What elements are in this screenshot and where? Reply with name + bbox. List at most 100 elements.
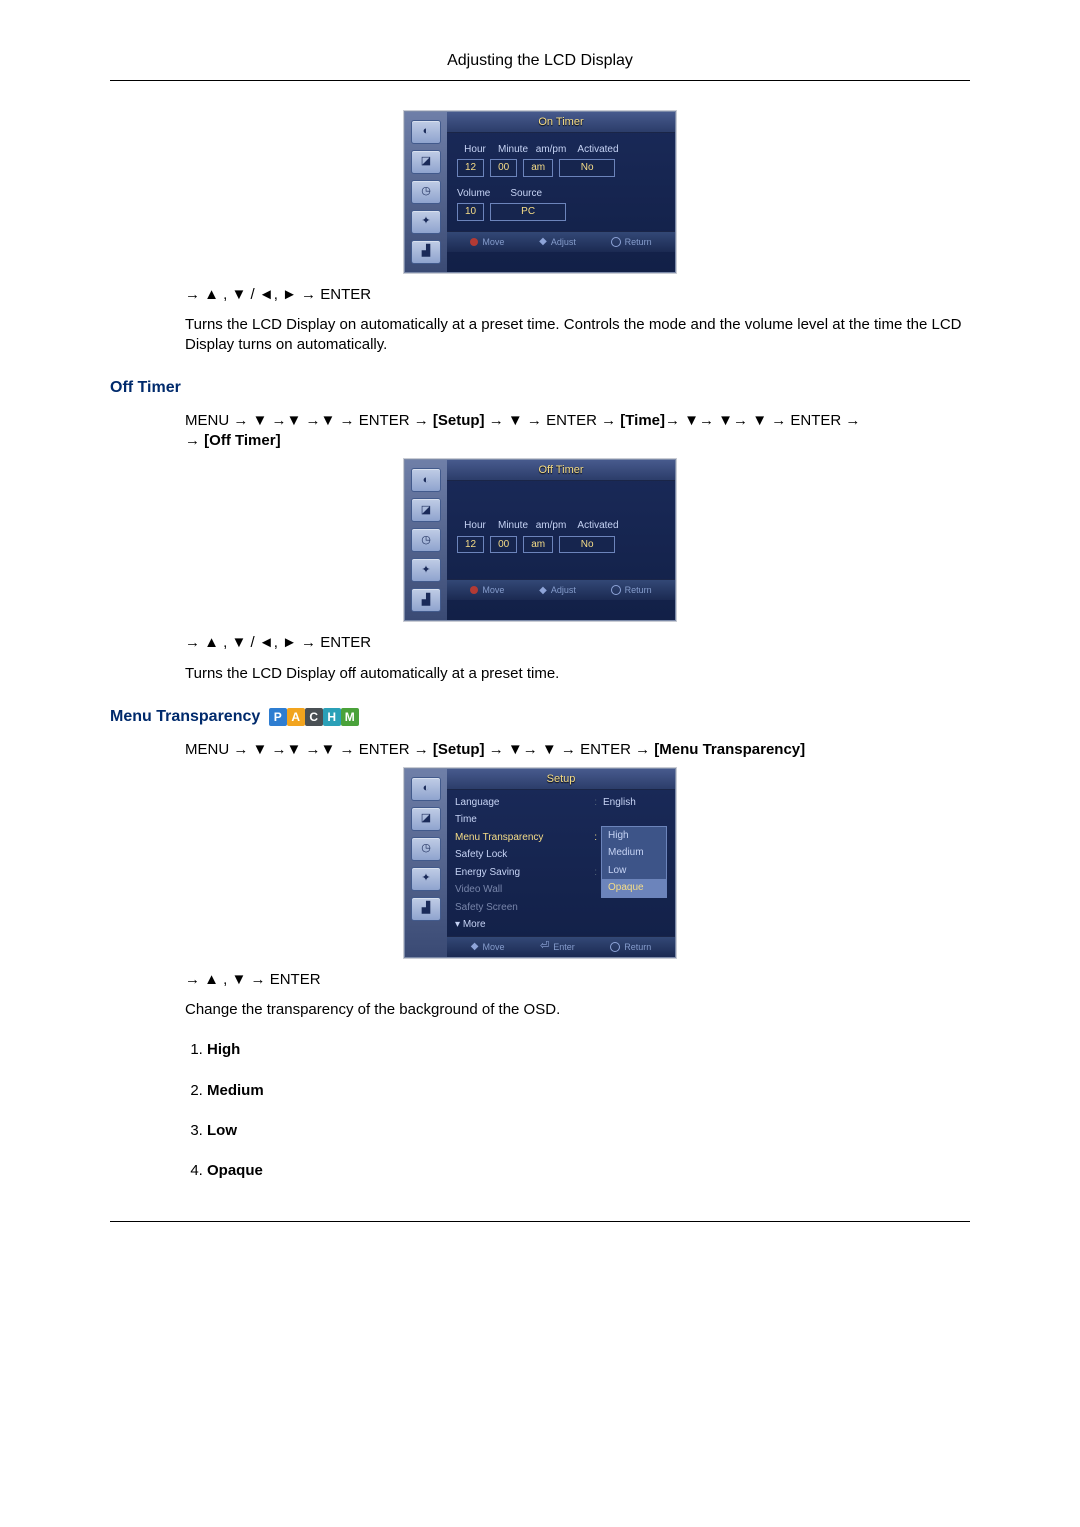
osd-tab-icon[interactable]: ◪ [411, 807, 441, 831]
value-ampm[interactable]: am [523, 159, 553, 177]
mt-token: [Menu Transparency] [654, 741, 805, 758]
adjust-diamond-icon: ◆ [539, 235, 547, 249]
setup-mt-label[interactable]: Menu Transparency [455, 831, 588, 845]
osd-tab-icon[interactable]: ✦ [411, 558, 441, 582]
footer-return: Return [625, 584, 652, 596]
value-minute[interactable]: 00 [490, 536, 517, 554]
setup-language-value: English [603, 796, 667, 810]
path-text: → ▼→ ▼ → ENTER → [485, 741, 655, 758]
list-item: Opaque [207, 1161, 970, 1181]
badge-m: M [341, 708, 359, 726]
dropdown-option[interactable]: Medium [602, 844, 666, 862]
badge-h: H [323, 708, 341, 726]
osd-tab-strip: ◐ ◪ ◷ ✦ ▟ [405, 460, 447, 620]
offtimer-token: [Off Timer] [204, 432, 280, 449]
footer-enter: Enter [553, 941, 575, 953]
transparency-options-list: High Medium Low Opaque [185, 1040, 970, 1181]
osd-tab-icon[interactable]: ◪ [411, 498, 441, 522]
osd-tab-icon[interactable]: ◐ [411, 120, 441, 144]
osd-title: Setup [447, 769, 675, 790]
label-activated: Activated [573, 143, 623, 157]
setup-energy-label[interactable]: Energy Saving [455, 866, 588, 880]
setup-language-label[interactable]: Language [455, 796, 588, 810]
value-ampm[interactable]: am [523, 536, 553, 554]
setup-token: [Setup] [433, 412, 485, 429]
page-title: Adjusting the LCD Display [110, 50, 970, 72]
footer-adjust: Adjust [551, 584, 576, 596]
value-hour[interactable]: 12 [457, 536, 484, 554]
setup-more-label[interactable]: ▾ More [455, 918, 667, 932]
osd-tab-icon[interactable]: ▟ [411, 897, 441, 921]
osd-tab-icon[interactable]: ◪ [411, 150, 441, 174]
enter-icon: ⏎ [540, 939, 549, 954]
osd-tab-icon[interactable]: ◐ [411, 468, 441, 492]
label-hour: Hour [459, 519, 491, 533]
osd-title: On Timer [447, 112, 675, 133]
dropdown-option[interactable]: High [602, 827, 666, 845]
adjust-diamond-icon: ◆ [539, 584, 547, 598]
move-diamond-icon: ◆ [471, 940, 479, 954]
setup-token: [Setup] [433, 741, 485, 758]
path-text: MENU → ▼ →▼ →▼ → ENTER → [185, 412, 433, 429]
heading-text: Menu Transparency [110, 708, 260, 725]
mode-badges: P A C H M [269, 708, 359, 726]
osd-off-timer: ◐ ◪ ◷ ✦ ▟ Off Timer Hour Minute am/pm Ac… [404, 459, 676, 621]
label-ampm: am/pm [535, 143, 567, 157]
time-token: [Time] [620, 412, 665, 429]
osd-footer: Move ◆Adjust Return [447, 579, 675, 600]
transparency-dropdown[interactable]: High Medium Low Opaque [601, 826, 667, 898]
osd-tab-strip: ◐ ◪ ◷ ✦ ▟ [405, 112, 447, 272]
osd-footer: Move ◆Adjust Return [447, 231, 675, 252]
section-heading-off-timer: Off Timer [110, 377, 970, 399]
label-minute: Minute [497, 143, 529, 157]
label-hour: Hour [459, 143, 491, 157]
osd-footer: ◆Move ⏎ Enter Return [447, 936, 675, 957]
osd-tab-icon[interactable]: ▟ [411, 588, 441, 612]
dropdown-option-selected[interactable]: Opaque [602, 879, 666, 897]
osd-tab-icon[interactable]: ✦ [411, 867, 441, 891]
mt-desc: Change the transparency of the backgroun… [185, 1000, 970, 1020]
value-volume[interactable]: 10 [457, 203, 484, 221]
off-timer-desc: Turns the LCD Display off automatically … [185, 664, 970, 684]
setup-time-label[interactable]: Time [455, 813, 667, 827]
osd-tab-icon[interactable]: ✦ [411, 210, 441, 234]
dropdown-option[interactable]: Low [602, 862, 666, 880]
nav-hint: → ▲ , ▼ / ◄, ► → ENTER [185, 285, 970, 305]
value-activated[interactable]: No [559, 536, 615, 554]
value-minute[interactable]: 00 [490, 159, 517, 177]
osd-tab-icon[interactable]: ◐ [411, 777, 441, 801]
path-text: → ▼ → ENTER → [485, 412, 621, 429]
osd-title: Off Timer [447, 460, 675, 481]
badge-p: P [269, 708, 287, 726]
label-source: Source [510, 187, 542, 201]
osd-tab-icon[interactable]: ◷ [411, 180, 441, 204]
footer-return: Return [624, 941, 651, 953]
on-timer-desc: Turns the LCD Display on automatically a… [185, 315, 970, 356]
label-activated: Activated [573, 519, 623, 533]
footer-move: Move [482, 941, 504, 953]
value-activated[interactable]: No [559, 159, 615, 177]
osd-tab-icon[interactable]: ◷ [411, 837, 441, 861]
value-source[interactable]: PC [490, 203, 566, 221]
osd-tab-icon[interactable]: ◷ [411, 528, 441, 552]
option-high: High [207, 1041, 240, 1058]
list-item: Low [207, 1121, 970, 1141]
osd-tab-icon[interactable]: ▟ [411, 240, 441, 264]
move-dot-icon [470, 238, 478, 246]
more-text: More [463, 919, 486, 930]
nav-hint: → ▲ , ▼ → ENTER [185, 970, 970, 990]
badge-c: C [305, 708, 323, 726]
footer-return: Return [625, 236, 652, 248]
osd-tab-strip: ◐ ◪ ◷ ✦ ▟ [405, 769, 447, 957]
option-medium: Medium [207, 1082, 264, 1099]
value-hour[interactable]: 12 [457, 159, 484, 177]
osd-on-timer: ◐ ◪ ◷ ✦ ▟ On Timer Hour Minute am/pm Act… [404, 111, 676, 273]
return-ring-icon [611, 237, 621, 247]
page: Adjusting the LCD Display ◐ ◪ ◷ ✦ ▟ On T… [0, 0, 1080, 1312]
return-ring-icon [610, 942, 620, 952]
label-ampm: am/pm [535, 519, 567, 533]
top-rule [110, 80, 970, 81]
section-heading-menu-transparency: Menu Transparency P A C H M [110, 706, 970, 728]
list-item: High [207, 1040, 970, 1060]
osd-setup: ◐ ◪ ◷ ✦ ▟ Setup Language:English Time Me… [404, 768, 676, 958]
